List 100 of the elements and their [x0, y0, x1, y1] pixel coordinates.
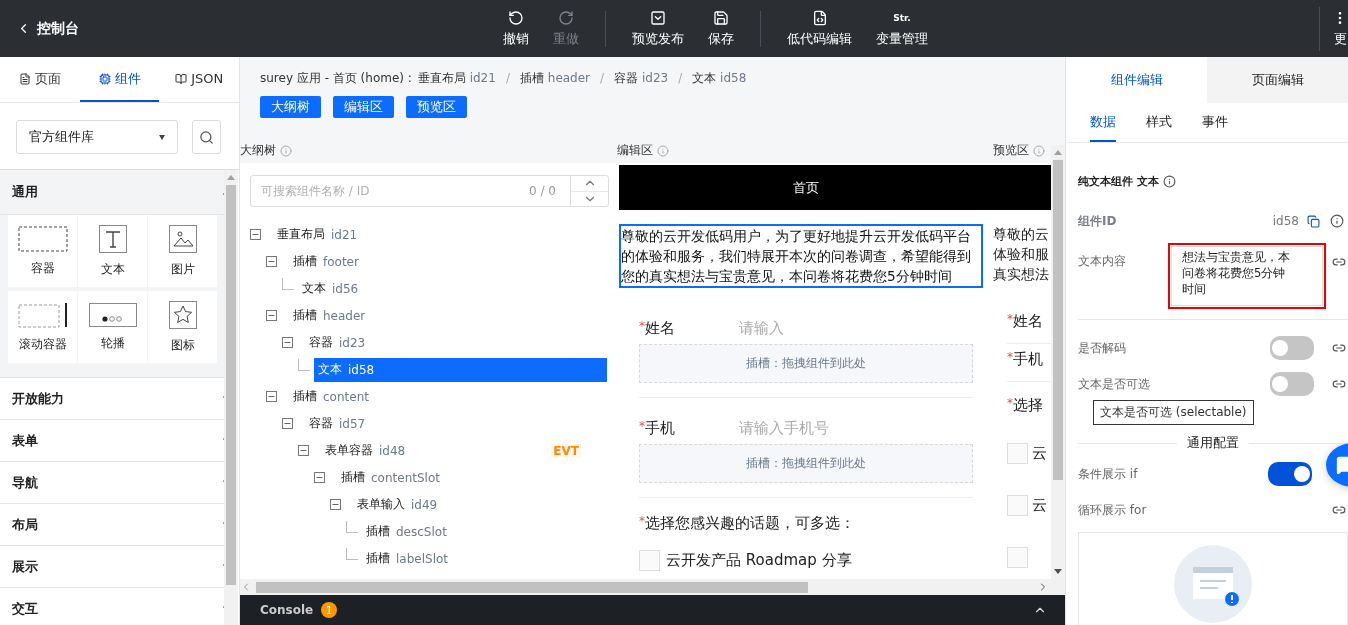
section-title: 通用配置 — [1186, 434, 1240, 452]
toolbar-button[interactable]: Str. 变量管理 — [864, 9, 940, 48]
checkbox[interactable] — [639, 550, 660, 571]
slot-dropzone[interactable]: 插槽：拖拽组件到此处 — [639, 344, 973, 383]
count-badge: 1 — [321, 602, 338, 618]
copy-icon[interactable] — [1307, 214, 1320, 228]
toolbar-button[interactable]: 保存 — [696, 9, 746, 48]
tree-node[interactable]: 垂直布局 id21 — [273, 222, 607, 247]
tree-search-field[interactable]: 可搜索组件名称 / ID — [251, 176, 530, 206]
dashed-box-icon — [17, 225, 68, 252]
collapse-icon[interactable] — [282, 337, 293, 348]
collapse-icon[interactable] — [266, 310, 277, 321]
category-header[interactable]: 交互 — [0, 588, 224, 625]
view-button[interactable]: 预览区 — [406, 96, 467, 118]
carousel-dots-icon — [88, 302, 137, 327]
more-button[interactable]: 更 — [1319, 6, 1348, 51]
scrollbar[interactable] — [1051, 145, 1065, 579]
toggle-switch[interactable] — [1268, 462, 1312, 486]
link-icon — [1332, 255, 1346, 269]
component-tile[interactable]: 容器 — [8, 215, 77, 287]
category-header[interactable]: 表单 — [0, 420, 224, 462]
checkbox[interactable] — [1007, 546, 1028, 568]
slot-dropzone[interactable]: 插槽：拖拽组件到此处 — [639, 444, 973, 483]
search-icon — [198, 129, 214, 145]
component-tile[interactable]: 滚动容器 — [8, 291, 77, 363]
tree-connector — [346, 547, 358, 560]
tree-node[interactable]: 表单容器 id48 EVT — [321, 438, 607, 463]
page-header — [993, 165, 1051, 210]
breadcrumb-item[interactable]: 插槽 header — [519, 69, 591, 87]
book-icon — [175, 72, 188, 85]
search-button[interactable] — [191, 120, 221, 154]
component-title: 纯文本组件 文本 — [1078, 173, 1159, 189]
category-header[interactable]: 布局 — [0, 504, 224, 546]
panel-tab[interactable]: JSON — [159, 57, 239, 102]
sub-tab[interactable]: 样式 — [1146, 103, 1172, 142]
toolbar-button[interactable]: 撤销 — [491, 9, 541, 48]
collapse-icon[interactable] — [330, 499, 341, 510]
info-icon[interactable] — [1330, 214, 1344, 228]
intro-text[interactable]: 尊敬的云开发低码用户，为了更好地提升云开发低码平台的体验和服务，我们特展开本次的问卷调查，希望能得到您的真实想法与宝贵意见，本问卷将花费您5分钟时间 — [619, 224, 983, 288]
tree-node[interactable]: 插槽 labelSlot — [362, 546, 607, 571]
collapse-icon[interactable] — [314, 472, 325, 483]
info-icon[interactable] — [1162, 174, 1176, 188]
link-button[interactable] — [1332, 377, 1346, 391]
link-button[interactable] — [1332, 341, 1346, 355]
panel-tab[interactable]: 组件 — [79, 57, 160, 102]
tree-node[interactable]: 表单输入 id49 — [353, 492, 607, 517]
link-button[interactable] — [1332, 503, 1346, 517]
breadcrumb-separator: / — [678, 71, 683, 85]
tree-node[interactable]: 插槽 contentSlot — [337, 465, 607, 490]
tree-node[interactable]: 容器 id57 — [305, 411, 607, 436]
checkbox[interactable] — [1007, 494, 1028, 516]
view-button[interactable]: 大纲树 — [260, 96, 321, 118]
view-button[interactable]: 编辑区 — [333, 96, 394, 118]
category-header[interactable]: 展示 — [0, 546, 224, 588]
toolbar-button[interactable]: 低代码编辑 — [775, 9, 864, 48]
component-tile[interactable]: 图标 — [148, 291, 217, 363]
tree-connector — [298, 358, 310, 371]
input-field[interactable]: 请输入手机号 — [739, 419, 973, 437]
panel-tab[interactable]: 页面 — [0, 57, 80, 102]
tooltip: 文本是否可选 (selectable) — [1093, 400, 1254, 425]
category-header[interactable]: 开放能力 — [0, 378, 224, 420]
collapse-icon[interactable] — [298, 445, 309, 456]
checkbox[interactable] — [1007, 442, 1028, 464]
tree-node[interactable]: 插槽 content — [289, 384, 607, 409]
breadcrumb-item[interactable]: 容器 id23 — [614, 69, 669, 87]
text-glyph-icon: Str. — [893, 9, 911, 26]
console-tab[interactable]: Console — [260, 603, 314, 617]
collapse-icon[interactable] — [266, 256, 277, 267]
tree-node[interactable]: 插槽 descSlot — [362, 519, 607, 544]
question-label: *选择 — [1007, 395, 1044, 416]
text-content-field[interactable]: 想法与宝贵意见，本问卷将花费您5分钟时间 — [1168, 243, 1326, 309]
property-label: 条件展示 if — [1078, 465, 1139, 483]
tree-node[interactable]: 文本 id56 — [298, 276, 607, 301]
breadcrumb-item[interactable]: 垂直布局 id21 — [417, 69, 496, 87]
collapse-icon[interactable] — [282, 418, 293, 429]
breadcrumb-item[interactable]: 文本 id58 — [692, 69, 747, 87]
question-label: *选择您感兴趣的话题，可多选： — [639, 513, 856, 534]
toggle-switch[interactable] — [1270, 336, 1314, 360]
back-button[interactable]: 控制台 — [0, 19, 491, 38]
component-tile[interactable]: 文本 — [78, 215, 147, 287]
scrollbar[interactable] — [224, 170, 238, 625]
field-label: *姓名 — [639, 318, 676, 338]
sub-tab[interactable]: 数据 — [1090, 103, 1116, 142]
collapse-icon[interactable] — [250, 229, 261, 240]
tree-node[interactable]: 容器 id23 — [305, 330, 607, 355]
component-tile[interactable]: 轮播 — [78, 291, 147, 363]
panel-title: 大纲树 — [240, 142, 276, 159]
component-tile[interactable]: 图片 — [148, 215, 217, 287]
tree-node[interactable]: 插槽 header — [289, 303, 607, 328]
toolbar-button[interactable]: 预览发布 — [620, 9, 696, 48]
category-header[interactable]: 导航 — [0, 462, 224, 504]
collapse-icon[interactable] — [266, 391, 277, 402]
library-select[interactable]: 官方组件库 — [16, 120, 178, 154]
tree-node[interactable]: 插槽 footer — [289, 249, 607, 274]
input-field[interactable]: 请输入 — [739, 319, 973, 337]
property-label: 是否解码 — [1078, 339, 1127, 357]
editor-tab[interactable]: 页面编辑 — [1207, 57, 1348, 103]
toggle-switch[interactable] — [1270, 372, 1314, 396]
tree-node[interactable]: 文本 id58 — [314, 357, 607, 382]
sub-tab[interactable]: 事件 — [1202, 103, 1228, 142]
